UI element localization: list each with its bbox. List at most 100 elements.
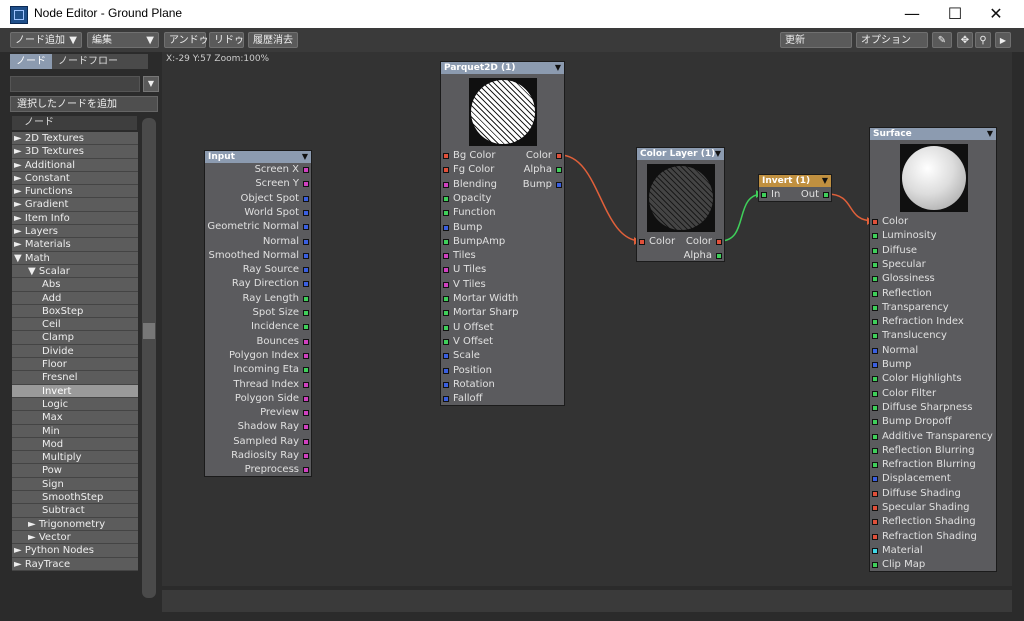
output-port[interactable]: Screen X — [207, 163, 309, 177]
port-connector-icon[interactable] — [556, 181, 562, 188]
port-connector-icon[interactable] — [303, 424, 309, 431]
input-port[interactable]: V Offset — [443, 335, 562, 349]
undo-button[interactable]: アンドゥ — [164, 32, 209, 48]
port-connector-icon[interactable] — [872, 390, 878, 397]
input-port[interactable]: Displacement — [872, 472, 994, 486]
move-icon[interactable]: ✥ — [957, 32, 973, 48]
node-menu-icon[interactable]: ▼ — [302, 151, 308, 163]
input-port[interactable]: Bump — [872, 358, 994, 372]
output-port[interactable]: Radiosity Ray — [207, 449, 309, 463]
output-port[interactable]: Object Spot — [207, 192, 309, 206]
tree-item[interactable]: Multiply — [12, 451, 138, 465]
output-port[interactable]: Polygon Side — [207, 392, 309, 406]
tree-item[interactable]: Invert — [12, 384, 138, 398]
input-port[interactable]: Refraction Blurring — [872, 458, 994, 472]
port-connector-icon[interactable] — [872, 376, 878, 383]
input-node[interactable]: Input ▼ Screen X Screen Y Object Spot World… — [204, 150, 312, 477]
port-connector-icon[interactable] — [303, 252, 309, 259]
tree-item[interactable]: ▼ Math — [12, 251, 138, 265]
port-connector-icon[interactable] — [443, 281, 449, 288]
port-connector-icon[interactable] — [872, 433, 878, 440]
tree-item[interactable]: Divide — [12, 344, 138, 359]
input-port[interactable]: U Offset — [443, 321, 562, 335]
zoom-icon[interactable]: ⚲ — [975, 32, 991, 48]
search-dropdown-button[interactable]: ▼ — [143, 76, 159, 92]
tree-item[interactable]: ► Item Info — [12, 211, 138, 226]
output-port[interactable]: Screen Y — [207, 177, 309, 191]
port-connector-icon[interactable] — [872, 490, 878, 497]
port-connector-icon[interactable] — [872, 476, 878, 483]
output-port[interactable]: Bump — [443, 178, 562, 192]
tree-item[interactable]: Floor — [12, 358, 138, 372]
add-selected-node-button[interactable]: 選択したノードを追加 — [10, 96, 158, 112]
close-button[interactable]: ✕ — [976, 3, 1016, 25]
tree-item[interactable]: Min — [12, 424, 138, 438]
output-port[interactable]: Preview — [207, 406, 309, 420]
node-header[interactable]: Surface ▼ — [870, 128, 996, 140]
port-connector-icon[interactable] — [443, 396, 449, 403]
tree-item[interactable]: Subtract — [12, 504, 138, 518]
tree-item[interactable]: ► Gradient — [12, 198, 138, 212]
output-port[interactable]: Ray Source — [207, 263, 309, 277]
port-connector-icon[interactable] — [443, 210, 449, 217]
port-connector-icon[interactable] — [303, 310, 309, 316]
port-connector-icon[interactable] — [303, 381, 309, 388]
tree-item[interactable]: ► Functions — [12, 185, 138, 199]
tree-item[interactable]: Abs — [12, 278, 138, 292]
tree-item[interactable]: ► Additional — [12, 158, 138, 172]
input-port[interactable]: Bump — [443, 221, 562, 235]
port-connector-icon[interactable] — [303, 453, 309, 459]
input-port[interactable]: Mortar Sharp — [443, 306, 562, 320]
tree-item[interactable]: ► Layers — [12, 225, 138, 239]
update-button[interactable]: 更新 — [780, 32, 852, 48]
input-port[interactable]: Luminosity — [872, 229, 994, 243]
node-menu-icon[interactable]: ▼ — [715, 148, 721, 160]
output-port[interactable]: Incoming Eta — [207, 363, 309, 377]
port-connector-icon[interactable] — [872, 447, 878, 454]
port-connector-icon[interactable] — [872, 533, 878, 540]
node-list-scrollbar[interactable] — [142, 118, 156, 598]
port-connector-icon[interactable] — [872, 304, 878, 311]
scrollbar-grip[interactable] — [143, 323, 155, 339]
port-connector-icon[interactable] — [872, 347, 878, 354]
tree-item[interactable]: ► 2D Textures — [12, 132, 138, 146]
node-header[interactable]: Input ▼ — [205, 151, 311, 163]
port-connector-icon[interactable] — [443, 367, 449, 374]
port-connector-icon[interactable] — [303, 367, 309, 374]
tree-item[interactable]: Sign — [12, 477, 138, 492]
redo-button[interactable]: リドゥ — [209, 32, 244, 48]
output-port[interactable]: Polygon Index — [207, 349, 309, 363]
port-connector-icon[interactable] — [303, 438, 309, 445]
port-connector-icon[interactable] — [872, 290, 878, 297]
options-button[interactable]: オプション — [856, 32, 928, 48]
port-connector-icon[interactable] — [872, 562, 878, 569]
color-layer-node[interactable]: Color Layer (1) ▼ Color Color Alpha — [636, 147, 725, 262]
tree-item[interactable]: SmoothStep — [12, 491, 138, 505]
output-port[interactable]: Smoothed Normal — [207, 249, 309, 263]
port-connector-icon[interactable] — [556, 153, 562, 159]
port-connector-icon[interactable] — [303, 238, 309, 245]
output-port[interactable]: Incidence — [207, 320, 309, 334]
maximize-button[interactable]: ☐ — [935, 3, 975, 25]
parquet2d-node[interactable]: Parquet2D (1) ▼ Bg Color Fg Color Blending… — [440, 61, 565, 406]
tree-item[interactable]: Clamp — [12, 331, 138, 345]
port-connector-icon[interactable] — [303, 281, 309, 288]
minimize-button[interactable]: — — [892, 3, 932, 25]
port-connector-icon[interactable] — [823, 192, 829, 198]
output-port[interactable]: Bounces — [207, 335, 309, 349]
port-connector-icon[interactable] — [556, 167, 562, 174]
port-connector-icon[interactable] — [443, 338, 449, 345]
node-menu-icon[interactable]: ▼ — [822, 175, 828, 187]
input-port[interactable]: Reflection Blurring — [872, 444, 994, 458]
port-connector-icon[interactable] — [443, 381, 449, 388]
input-port[interactable]: Additive Transparency — [872, 430, 994, 444]
input-port[interactable]: BumpAmp — [443, 235, 562, 249]
node-menu-icon[interactable]: ▼ — [555, 62, 561, 74]
output-port[interactable]: Normal — [207, 235, 309, 249]
output-port[interactable]: Thread Index — [207, 378, 309, 392]
output-port[interactable]: Ray Direction — [207, 277, 309, 291]
input-port[interactable]: Bump Dropoff — [872, 415, 994, 429]
port-connector-icon[interactable] — [872, 261, 878, 268]
port-connector-icon[interactable] — [303, 181, 309, 188]
tree-item[interactable]: Mod — [12, 437, 138, 452]
